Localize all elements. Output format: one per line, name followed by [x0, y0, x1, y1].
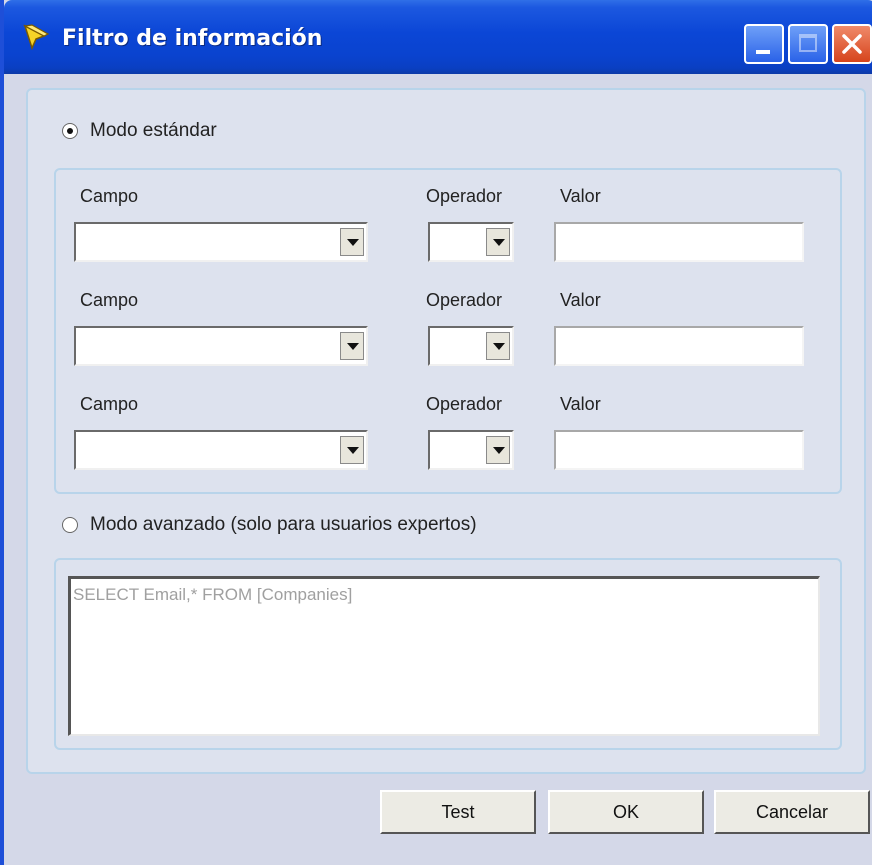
- standard-mode-label: Modo estándar: [90, 120, 217, 141]
- value-input-2[interactable]: [554, 326, 804, 366]
- operator-select-3[interactable]: [428, 430, 514, 470]
- maximize-button[interactable]: [788, 24, 828, 64]
- radio-checked-icon: [62, 123, 78, 139]
- operator-label: Operador: [426, 394, 503, 414]
- sql-query-textarea[interactable]: SELECT Email,* FROM [Companies]: [68, 576, 820, 736]
- test-button[interactable]: Test: [380, 790, 536, 834]
- ok-button[interactable]: OK: [548, 790, 704, 834]
- operator-select-1[interactable]: [428, 222, 514, 262]
- dialog-window: Filtro de información Modo estándar Camp…: [0, 0, 872, 865]
- field-select-1[interactable]: [74, 222, 368, 262]
- window-title: Filtro de información: [62, 26, 323, 51]
- chevron-down-icon[interactable]: [340, 228, 364, 256]
- field-label: Campo: [80, 290, 139, 310]
- value-label: Valor: [560, 186, 601, 206]
- chevron-down-icon[interactable]: [340, 332, 364, 360]
- field-label: Campo: [80, 186, 139, 206]
- title-bar[interactable]: Filtro de información: [4, 0, 872, 74]
- operator-select-2[interactable]: [428, 326, 514, 366]
- standard-mode-radio[interactable]: Modo estándar: [62, 120, 217, 142]
- chevron-down-icon[interactable]: [340, 436, 364, 464]
- radio-unchecked-icon: [62, 517, 78, 533]
- field-label: Campo: [80, 394, 139, 414]
- field-select-3[interactable]: [74, 430, 368, 470]
- filter-funnel-icon: [23, 24, 50, 51]
- value-label: Valor: [560, 394, 601, 414]
- chevron-down-icon[interactable]: [486, 436, 510, 464]
- operator-label: Operador: [426, 290, 503, 310]
- advanced-mode-label: Modo avanzado (solo para usuarios expert…: [90, 514, 477, 535]
- value-input-1[interactable]: [554, 222, 804, 262]
- cancel-button[interactable]: Cancelar: [714, 790, 870, 834]
- value-label: Valor: [560, 290, 601, 310]
- chevron-down-icon[interactable]: [486, 228, 510, 256]
- close-icon: [842, 34, 862, 54]
- value-input-3[interactable]: [554, 430, 804, 470]
- operator-label: Operador: [426, 186, 503, 206]
- close-button[interactable]: [832, 24, 872, 64]
- minimize-button[interactable]: [744, 24, 784, 64]
- chevron-down-icon[interactable]: [486, 332, 510, 360]
- advanced-mode-radio[interactable]: Modo avanzado (solo para usuarios expert…: [62, 514, 477, 536]
- field-select-2[interactable]: [74, 326, 368, 366]
